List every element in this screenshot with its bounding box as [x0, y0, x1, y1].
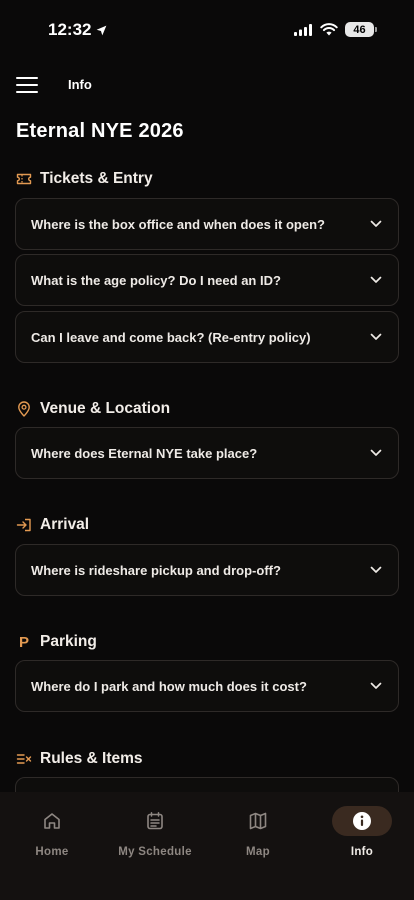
chevron-down-icon: [369, 330, 383, 344]
cellular-signal-icon: [294, 23, 312, 36]
section-tickets-entry: Tickets & Entry: [16, 167, 153, 191]
status-time-text: 12:32: [48, 20, 92, 39]
faq-question: Where do I park and how much does it cos…: [31, 678, 307, 694]
faq-item[interactable]: What is the age policy? Do I need an ID?: [15, 254, 399, 306]
faq-question: What is the age policy? Do I need an ID?: [31, 272, 281, 288]
home-icon: [22, 806, 82, 836]
page-title: Eternal NYE 2026: [16, 120, 184, 142]
section-rules-items: Rules & Items: [16, 747, 143, 771]
tab-info[interactable]: Info: [312, 806, 412, 866]
top-app-bar: Info: [0, 68, 414, 102]
schedule-icon: [125, 806, 185, 836]
section-arrival: Arrival: [16, 513, 89, 537]
log-in-icon: [16, 517, 32, 533]
faq-question: Can I leave and come back? (Re-entry pol…: [31, 329, 311, 345]
chevron-down-icon: [369, 563, 383, 577]
tab-home[interactable]: Home: [2, 806, 102, 866]
section-parking: P Parking: [16, 630, 97, 654]
tab-label: My Schedule: [118, 846, 192, 858]
section-title: Tickets & Entry: [40, 170, 153, 187]
tab-label: Map: [246, 846, 270, 858]
header-title: Info: [68, 77, 92, 92]
info-content[interactable]: Eternal NYE 2026 Tickets & Entry Where i…: [0, 112, 414, 792]
wifi-icon: [320, 23, 338, 36]
chevron-down-icon: [369, 679, 383, 693]
bottom-tab-bar: Home My Schedule Map Info: [0, 792, 414, 900]
battery-indicator: 46: [345, 22, 377, 37]
section-title: Parking: [40, 633, 97, 650]
chevron-down-icon: [369, 273, 383, 287]
status-bar: 12:32 46: [0, 0, 414, 62]
section-venue-location: Venue & Location: [16, 397, 170, 421]
tab-label: Home: [35, 846, 69, 858]
faq-item[interactable]: Where is the box office and when does it…: [15, 198, 399, 250]
section-title: Venue & Location: [40, 400, 171, 417]
tab-map[interactable]: Map: [208, 806, 308, 866]
map-pin-icon: [16, 401, 32, 417]
status-time: 12:32: [48, 20, 108, 40]
ticket-icon: [16, 171, 32, 187]
faq-question: Where is rideshare pickup and drop-off?: [31, 562, 281, 578]
section-title: Rules & Items: [40, 750, 143, 767]
faq-item[interactable]: Can I leave and come back? (Re-entry pol…: [15, 311, 399, 363]
parking-icon: P: [18, 633, 29, 651]
section-title: Arrival: [40, 516, 90, 533]
chevron-down-icon: [369, 446, 383, 460]
faq-item[interactable]: Where does Eternal NYE take place?: [15, 427, 399, 479]
battery-level: 46: [353, 23, 366, 36]
list-check-icon: [16, 751, 32, 767]
faq-item[interactable]: Where is rideshare pickup and drop-off?: [15, 544, 399, 596]
tab-label: Info: [350, 846, 374, 858]
hamburger-menu-icon[interactable]: [16, 76, 38, 94]
faq-question: Where is the box office and when does it…: [31, 216, 325, 232]
chevron-down-icon: [369, 217, 383, 231]
tab-my-schedule[interactable]: My Schedule: [105, 806, 205, 866]
status-indicators: 46: [294, 22, 377, 37]
info-icon: [332, 806, 392, 836]
faq-item[interactable]: Where do I park and how much does it cos…: [15, 660, 399, 712]
location-arrow-icon: [97, 25, 107, 35]
faq-item[interactable]: [15, 777, 399, 792]
map-icon: [228, 806, 288, 836]
faq-question: Where does Eternal NYE take place?: [31, 445, 258, 461]
